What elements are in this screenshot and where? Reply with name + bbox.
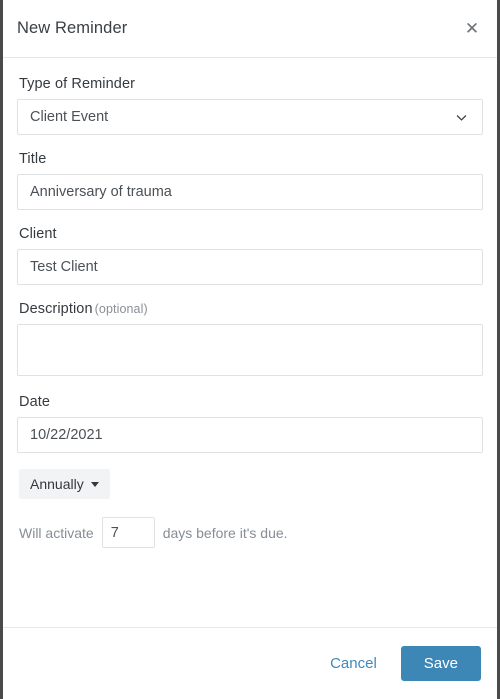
caret-down-icon (90, 481, 99, 487)
date-label: Date (19, 394, 51, 410)
field-date: Date (17, 394, 483, 453)
field-description: Description (optional) (17, 301, 483, 376)
save-button[interactable]: Save (400, 646, 481, 681)
dialog-header: New Reminder ✕ (3, 0, 497, 58)
new-reminder-dialog: New Reminder ✕ Type of Reminder Client E… (3, 0, 497, 699)
field-title: Title (17, 151, 483, 210)
page-title: New Reminder (17, 19, 128, 37)
close-icon[interactable]: ✕ (460, 17, 484, 41)
page-backdrop: New Reminder ✕ Type of Reminder Client E… (0, 0, 500, 699)
field-type-of-reminder: Type of Reminder Client Event (17, 76, 483, 135)
type-of-reminder-value: Client Event (30, 109, 109, 125)
activation-days-input[interactable] (101, 517, 155, 548)
description-label: Description (optional) (19, 301, 483, 317)
type-of-reminder-select[interactable]: Client Event (17, 99, 483, 135)
recurrence-label: Annually (30, 476, 84, 492)
description-optional-note: (optional) (94, 302, 148, 316)
title-input[interactable] (17, 174, 483, 210)
description-label-text: Description (19, 301, 93, 317)
description-textarea[interactable] (17, 324, 483, 376)
type-of-reminder-label: Type of Reminder (19, 76, 136, 92)
dialog-footer: Cancel Save (3, 627, 497, 699)
date-input[interactable] (17, 417, 483, 453)
client-input[interactable] (17, 249, 483, 285)
title-label: Title (19, 151, 47, 167)
chevron-down-icon (455, 111, 468, 124)
recurrence-dropdown-button[interactable]: Annually (19, 469, 110, 499)
dialog-body: Type of Reminder Client Event Title Anni… (3, 58, 497, 627)
activation-row: Will activate days before it's due. (19, 517, 483, 548)
cancel-button[interactable]: Cancel (324, 649, 383, 678)
client-label: Client (19, 226, 57, 242)
activation-suffix-text: days before it's due. (162, 524, 288, 541)
activation-prefix-text: Will activate (19, 524, 94, 541)
field-client: Client (17, 226, 483, 285)
